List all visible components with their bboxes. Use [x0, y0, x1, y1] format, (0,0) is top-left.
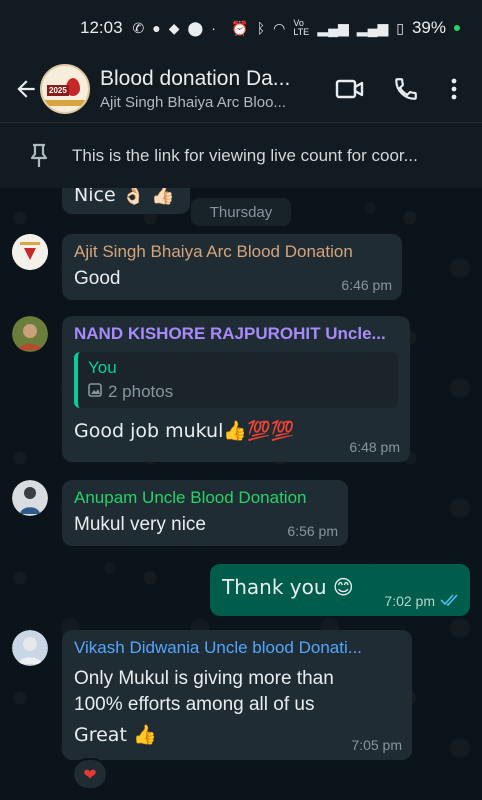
avatar-strip [42, 100, 88, 106]
whatsapp-icon: ✆ [132, 19, 145, 36]
battery-icon: ▯ [396, 19, 404, 36]
pinned-message-bar[interactable]: This is the link for viewing live count … [0, 122, 482, 188]
sender-name[interactable]: Anupam Uncle Blood Donation [74, 488, 336, 508]
quoted-body: 2 photos [88, 382, 388, 402]
avatar-year: 2025 [47, 85, 69, 96]
message-time: 6:56 pm [287, 523, 338, 539]
message-meta: 6:46 pm [341, 277, 392, 293]
privacy-indicator-icon [454, 25, 460, 31]
more-vert-icon[interactable] [444, 71, 464, 107]
signal-icon-2: ▂▄▆ [356, 19, 389, 36]
outgoing-message-bubble[interactable]: Thank you 😊 7:02 pm [210, 564, 470, 616]
system-icons: ⏰ ᛒ ◠ Vo LTE ▂▄▆ ▂▄▆ ▯ 39% [231, 18, 460, 38]
avatar[interactable] [12, 480, 48, 516]
notification-icon: ◆ [168, 19, 180, 36]
message-bubble[interactable]: Anupam Uncle Blood Donation Mukul very n… [62, 480, 348, 546]
message-bubble[interactable]: NAND KISHORE RAJPUROHIT Uncle... You 2 p… [62, 316, 410, 462]
avatar[interactable] [12, 316, 48, 352]
message-line: 100% efforts among all of us [74, 694, 315, 715]
location-icon: ⬤ [187, 19, 204, 36]
message-line: Only Mukul is giving more than [74, 668, 334, 689]
message-time: 7:05 pm [351, 737, 402, 753]
pinned-text: This is the link for viewing live count … [72, 145, 418, 165]
sender-name[interactable]: Vikash Didwania Uncle blood Donati... [74, 638, 400, 658]
chat-area[interactable]: Nice 👌🏻 👍🏻 Thursday Ajit Singh Bhaiya Ar… [0, 188, 482, 800]
header-titles[interactable]: Blood donation Da... Ajit Singh Bhaiya A… [100, 67, 310, 111]
message-text: Nice 👌🏻 👍🏻 [74, 188, 176, 206]
sender-name[interactable]: NAND KISHORE RAJPUROHIT Uncle... [74, 324, 398, 344]
read-ticks-icon [440, 593, 460, 609]
message-time: 7:02 pm [384, 593, 435, 609]
message-meta: 7:02 pm [384, 593, 460, 609]
dot-icon: · [211, 20, 216, 36]
group-subtitle: Ajit Singh Bhaiya Arc Bloo... [100, 94, 286, 111]
message-meta: 6:56 pm [287, 523, 338, 539]
alarm-icon: ⏰ [231, 19, 249, 36]
avatar[interactable] [12, 234, 48, 270]
battery-level: 39% [411, 18, 446, 37]
message-bubble[interactable]: Ajit Singh Bhaiya Arc Blood Donation Goo… [62, 234, 402, 300]
quoted-text: 2 photos [108, 382, 174, 401]
bluetooth-icon: ᛒ [256, 20, 266, 36]
message-meta: 7:05 pm [351, 737, 402, 753]
status-bar: 12:03 ✆ ● ◆ ⬤ · ⏰ ᛒ ◠ Vo LTE ▂▄▆ ▂▄▆ ▯ 3… [0, 0, 482, 56]
quoted-sender: You [88, 358, 117, 377]
phone-icon[interactable] [388, 71, 424, 107]
video-call-icon[interactable] [332, 71, 368, 107]
message-bubble-partial[interactable]: Nice 👌🏻 👍🏻 [62, 188, 190, 214]
chat-icon: ● [152, 20, 161, 36]
message-meta: 6:48 pm [349, 439, 400, 455]
header-actions [332, 71, 464, 107]
photo-icon [88, 382, 102, 402]
date-separator: Thursday [191, 198, 291, 226]
group-avatar[interactable]: 2025 [40, 64, 90, 114]
status-time: 12:03 [80, 18, 123, 37]
wifi-icon: ◠ [273, 19, 286, 36]
heart-reaction[interactable]: ❤ [72, 758, 108, 790]
message-time: 6:48 pm [349, 439, 400, 455]
message-bubble[interactable]: Vikash Didwania Uncle blood Donati... On… [62, 630, 412, 760]
group-name: Blood donation Da... [100, 67, 291, 90]
pin-icon [26, 141, 52, 171]
message-time: 6:46 pm [341, 277, 392, 293]
avatar[interactable] [12, 630, 48, 666]
sender-name[interactable]: Ajit Singh Bhaiya Arc Blood Donation [74, 242, 390, 262]
signal-icon: ▂▄▆ [317, 19, 349, 36]
quoted-message[interactable]: You 2 photos [74, 352, 398, 408]
chat-header: 2025 Blood donation Da... Ajit Singh Bha… [0, 56, 482, 122]
network-label: Vo LTE [293, 18, 310, 37]
notification-icons: ✆ ● ◆ ⬤ · [133, 20, 216, 37]
